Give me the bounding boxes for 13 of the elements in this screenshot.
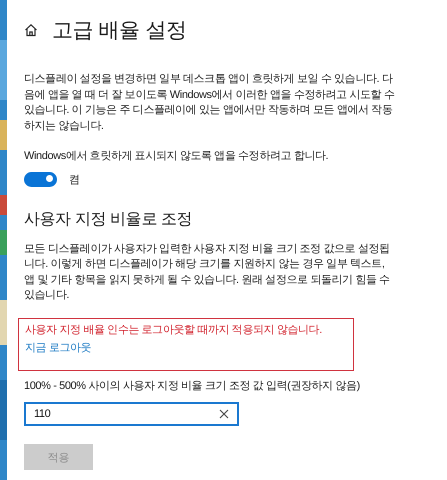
section-heading: 사용자 지정 비율로 조정 [24, 210, 194, 230]
warning-message: 사용자 지정 배율 인수는 로그아웃할 때까지 적용되지 않습니다. [25, 322, 323, 338]
clear-icon[interactable] [219, 409, 229, 419]
toggle-state: 켬 [69, 172, 80, 186]
description-text: 디스플레이 설정을 변경하면 일부 데스크톱 앱이 흐릿하게 보일 수 있습니다. 다음에 앱을 열 때 더 잘 보이도록 Windows에서 이러한 앱을 수정하려고 시도할 수 있습니다. 이 기능은 주 디스플레이에 있는 앱에서만 작동하며 모든 앱에서 작동하지는 않습니다. [24, 72, 396, 134]
toggle-switch[interactable] [24, 172, 57, 186]
logout-link[interactable]: 지금 로그아웃 [25, 340, 92, 356]
input-label: 100% - 500% 사이의 사용자 지정 비율 크기 조정 값 입력(권장하지 않음) [24, 378, 361, 394]
page-title: 고급 배율 설정 [52, 18, 186, 44]
home-icon[interactable] [24, 23, 38, 37]
scale-input-field[interactable]: 110 [24, 402, 239, 426]
description-text: 모든 디스플레이가 사용자가 입력한 사용자 지정 비율 크기 조정 값으로 설정됩니다. 이렇게 하면 디스플레이가 해당 크기를 지원하지 않는 경우 일부 텍스트, 앱 및 기타 항목을 읽지 못하게 될 수 있습니다. 원래 설정으로 되돌리기 힘들 수 있습니다. [24, 242, 391, 303]
toggle-label: Windows에서 흐릿하게 표시되지 않도록 앱을 수정하려고 합니다. [24, 149, 330, 164]
